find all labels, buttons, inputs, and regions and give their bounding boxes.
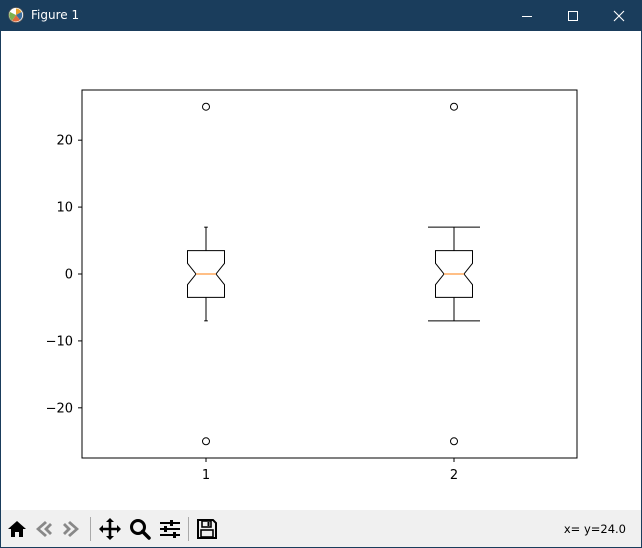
configure-subplots-icon — [160, 520, 180, 538]
outlier-point-2 — [450, 437, 458, 446]
outlier-point-1 — [202, 102, 210, 111]
minimize-button[interactable] — [504, 0, 550, 31]
home-icon — [8, 521, 26, 537]
zoom-button[interactable] — [127, 516, 153, 542]
boxplot-chart: −20 −10 0 10 20 1 2 — [46, 89, 578, 483]
outlier-point-1 — [202, 437, 210, 446]
configure-subplots-button[interactable] — [157, 516, 183, 542]
window-title: Figure 1 — [31, 8, 80, 22]
toolbar-separator — [90, 517, 91, 541]
maximize-icon — [568, 10, 578, 21]
minimize-icon — [522, 15, 532, 17]
toolbar-separator — [188, 517, 189, 541]
matplotlib-icon — [8, 7, 24, 23]
y-tick-label: −20 — [46, 401, 73, 416]
outlier-point-2 — [450, 102, 458, 111]
pan-icon — [99, 518, 121, 540]
save-button[interactable] — [194, 516, 220, 542]
back-button[interactable] — [31, 516, 57, 542]
pan-button[interactable] — [97, 516, 123, 542]
title-bar: Figure 1 — [0, 0, 642, 31]
axes-frame — [81, 89, 578, 459]
coordinates-readout: x= y=24.0 — [563, 522, 626, 536]
y-tick-label: 20 — [56, 134, 73, 149]
forward-icon — [63, 521, 79, 537]
x-tick-label: 2 — [450, 468, 458, 483]
back-icon — [36, 521, 52, 537]
navigation-toolbar: x= y=24.0 — [0, 510, 642, 548]
y-tick-label: 0 — [65, 268, 73, 283]
forward-button[interactable] — [58, 516, 84, 542]
close-icon — [613, 10, 625, 21]
zoom-icon — [130, 519, 151, 540]
y-tick-label: −10 — [46, 334, 73, 349]
maximize-button[interactable] — [550, 0, 596, 31]
figure-canvas[interactable]: −20 −10 0 10 20 1 2 — [1, 31, 641, 510]
x-tick-label: 1 — [202, 468, 210, 483]
y-tick-label: 10 — [56, 201, 73, 216]
home-button[interactable] — [4, 516, 30, 542]
close-button[interactable] — [596, 0, 642, 31]
save-icon — [197, 519, 217, 539]
